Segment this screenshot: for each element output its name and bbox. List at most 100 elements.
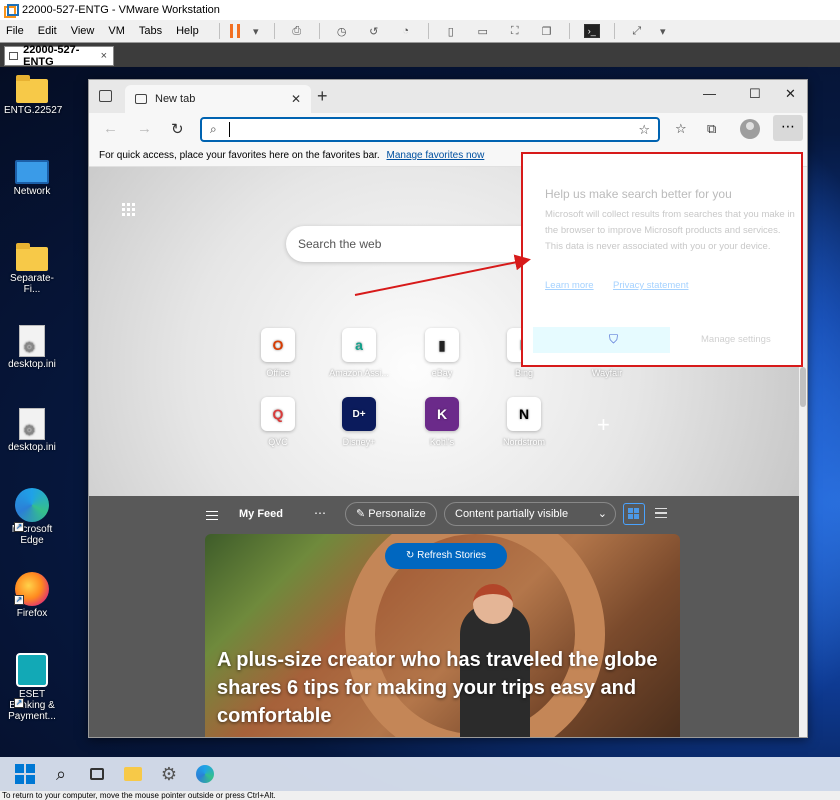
windows-logo-icon xyxy=(15,764,35,784)
scrollbar-thumb[interactable] xyxy=(800,367,806,407)
collections-icon[interactable]: ⧉ xyxy=(707,121,716,137)
menu-tabs[interactable]: Tabs xyxy=(139,25,162,37)
menu-icon[interactable] xyxy=(206,511,218,520)
toolbar-separator xyxy=(613,23,615,39)
unity-icon[interactable]: ❐ xyxy=(539,24,555,38)
snapshot-manager-icon[interactable]: ◔ xyxy=(398,24,414,38)
task-view-icon[interactable] xyxy=(86,763,108,785)
new-tab-plus-icon[interactable]: + xyxy=(317,86,328,107)
shortcut-arrow-icon: ↗ xyxy=(14,522,24,532)
address-bar[interactable]: ⌕ ☆ xyxy=(200,117,660,142)
profile-avatar[interactable] xyxy=(740,119,760,139)
featured-story-card[interactable]: ↻ Refresh Stories A plus-size creator wh… xyxy=(205,534,680,737)
list-view-icon[interactable] xyxy=(655,508,667,518)
settings-gear-icon[interactable]: ⚙ xyxy=(158,763,180,785)
quick-link-ebay[interactable]: ▮ eBay xyxy=(407,328,477,378)
quick-link-office[interactable]: O Office xyxy=(243,328,313,378)
maximize-icon[interactable]: ☐ xyxy=(749,86,761,102)
folder-icon xyxy=(16,75,48,103)
search-icon: ⌕ xyxy=(210,122,217,136)
learn-more-link[interactable]: Learn more xyxy=(545,280,594,291)
desktop-icon-desktop-ini-1[interactable]: desktop.ini xyxy=(4,325,60,370)
popup-title: Help us make search better for you xyxy=(545,187,732,201)
file-explorer-icon[interactable] xyxy=(122,763,144,785)
nordstrom-icon: N xyxy=(507,397,541,431)
popup-confirm-button[interactable] xyxy=(533,327,670,353)
feed-toolbar: My Feed ⋯ ✎ Personalize Content partiall… xyxy=(89,496,807,534)
edge-taskbar-icon[interactable] xyxy=(194,763,216,785)
menu-vm[interactable]: VM xyxy=(108,25,125,37)
edge-address-row: ← → ↻ ⌕ ☆ ☆ ⧉ ⋯ xyxy=(89,113,807,147)
stretch-icon[interactable]: ⤢ xyxy=(629,24,645,38)
new-tab-favicon-icon xyxy=(135,94,147,104)
desktop-icon-desktop-ini-2[interactable]: desktop.ini xyxy=(4,408,60,453)
send-keys-icon[interactable]: ⎙ xyxy=(289,24,305,38)
pause-icon[interactable] xyxy=(229,24,240,38)
vmware-tabstrip: 22000-527-ENTG × xyxy=(0,42,840,68)
quick-link-qvc[interactable]: Q QVC xyxy=(243,397,313,447)
story-headline[interactable]: A plus-size creator who has traveled the… xyxy=(217,646,677,730)
quick-link-nordstrom[interactable]: N Nordstrom xyxy=(489,397,559,447)
tab-actions-icon[interactable] xyxy=(99,90,112,102)
back-icon[interactable]: ← xyxy=(103,120,118,137)
my-feed-tab[interactable]: My Feed xyxy=(239,508,283,520)
content-visibility-dropdown[interactable]: Content partially visible ⌄ xyxy=(444,502,616,526)
console-view-icon[interactable]: ›_ xyxy=(583,24,600,38)
start-button[interactable] xyxy=(14,763,36,785)
close-window-icon[interactable]: ✕ xyxy=(785,86,796,102)
close-icon[interactable]: × xyxy=(101,50,107,62)
quick-link-kohls[interactable]: K Kohl's xyxy=(407,397,477,447)
settings-more-icon[interactable]: ⋯ xyxy=(773,115,803,141)
toolbar-separator xyxy=(318,23,320,39)
personalize-button[interactable]: ✎ Personalize xyxy=(345,502,437,526)
minimize-icon[interactable]: — xyxy=(703,86,716,101)
office-icon: O xyxy=(261,328,295,362)
search-icon[interactable]: ⌕ xyxy=(50,763,72,785)
desktop-icon-firefox[interactable]: ↗ Firefox xyxy=(4,572,60,619)
edge-icon xyxy=(15,488,49,522)
more-icon[interactable]: ⋯ xyxy=(314,506,326,520)
favorites-hint: For quick access, place your favorites h… xyxy=(99,150,380,161)
desktop-icon-edge[interactable]: ↗ Microsoft Edge xyxy=(4,488,60,546)
favorites-icon[interactable]: ☆ xyxy=(675,121,687,137)
library-icon[interactable]: ▯ xyxy=(443,24,459,38)
popup-body: Microsoft will collect results from sear… xyxy=(545,209,795,252)
network-icon xyxy=(15,160,49,184)
menu-view[interactable]: View xyxy=(71,25,95,37)
close-tab-icon[interactable]: ✕ xyxy=(291,92,301,106)
full-screen-icon[interactable]: ⛶ xyxy=(507,24,523,38)
tab-new-tab[interactable]: New tab ✕ xyxy=(125,85,311,113)
add-site-plus-icon[interactable]: + xyxy=(597,412,610,438)
dropdown-arrow-icon[interactable]: ▾ xyxy=(655,24,671,38)
quick-link-amazon[interactable]: a Amazon Assi... xyxy=(324,328,394,378)
add-favorite-icon[interactable]: ☆ xyxy=(638,122,650,138)
forward-icon[interactable]: → xyxy=(137,120,152,137)
desktop-icon-separate-files[interactable]: Separate-Fi... xyxy=(4,243,60,295)
web-search-input[interactable]: Search the web xyxy=(286,226,536,262)
snapshot-icon[interactable]: ◷ xyxy=(334,24,350,38)
refresh-icon[interactable]: ↻ xyxy=(171,120,184,138)
app-launcher-icon[interactable] xyxy=(122,203,135,216)
menu-help[interactable]: Help xyxy=(176,25,199,37)
thumbnail-icon[interactable]: ▭ xyxy=(475,24,491,38)
shield-icon: ⛉ xyxy=(609,332,619,346)
refresh-stories-button[interactable]: ↻ Refresh Stories xyxy=(385,543,507,569)
dropdown-arrow-icon[interactable]: ▾ xyxy=(248,24,264,38)
vm-tab[interactable]: 22000-527-ENTG × xyxy=(4,44,114,68)
desktop-icon-network[interactable]: Network xyxy=(4,160,60,197)
toolbar-separator xyxy=(218,23,220,39)
privacy-statement-link[interactable]: Privacy statement xyxy=(613,280,689,291)
desktop-icon-entg[interactable]: ENTG.22527 xyxy=(4,75,62,116)
vmware-status-bar: To return to your computer, move the mou… xyxy=(0,791,840,800)
manage-favorites-link[interactable]: Manage favorites now xyxy=(386,150,484,161)
pencil-icon: ✎ xyxy=(356,508,369,520)
quick-link-disney[interactable]: D+ Disney+ xyxy=(324,397,394,447)
toolbar-separator xyxy=(568,23,570,39)
revert-snapshot-icon[interactable]: ↺ xyxy=(366,24,382,38)
desktop-icon-eset[interactable]: ↗ ESET Banking & Payment... xyxy=(4,653,60,722)
menu-file[interactable]: File xyxy=(6,25,24,37)
manage-settings-link[interactable]: Manage settings xyxy=(701,334,771,345)
amazon-icon: a xyxy=(342,328,376,362)
grid-view-icon[interactable] xyxy=(623,503,645,525)
menu-edit[interactable]: Edit xyxy=(38,25,57,37)
